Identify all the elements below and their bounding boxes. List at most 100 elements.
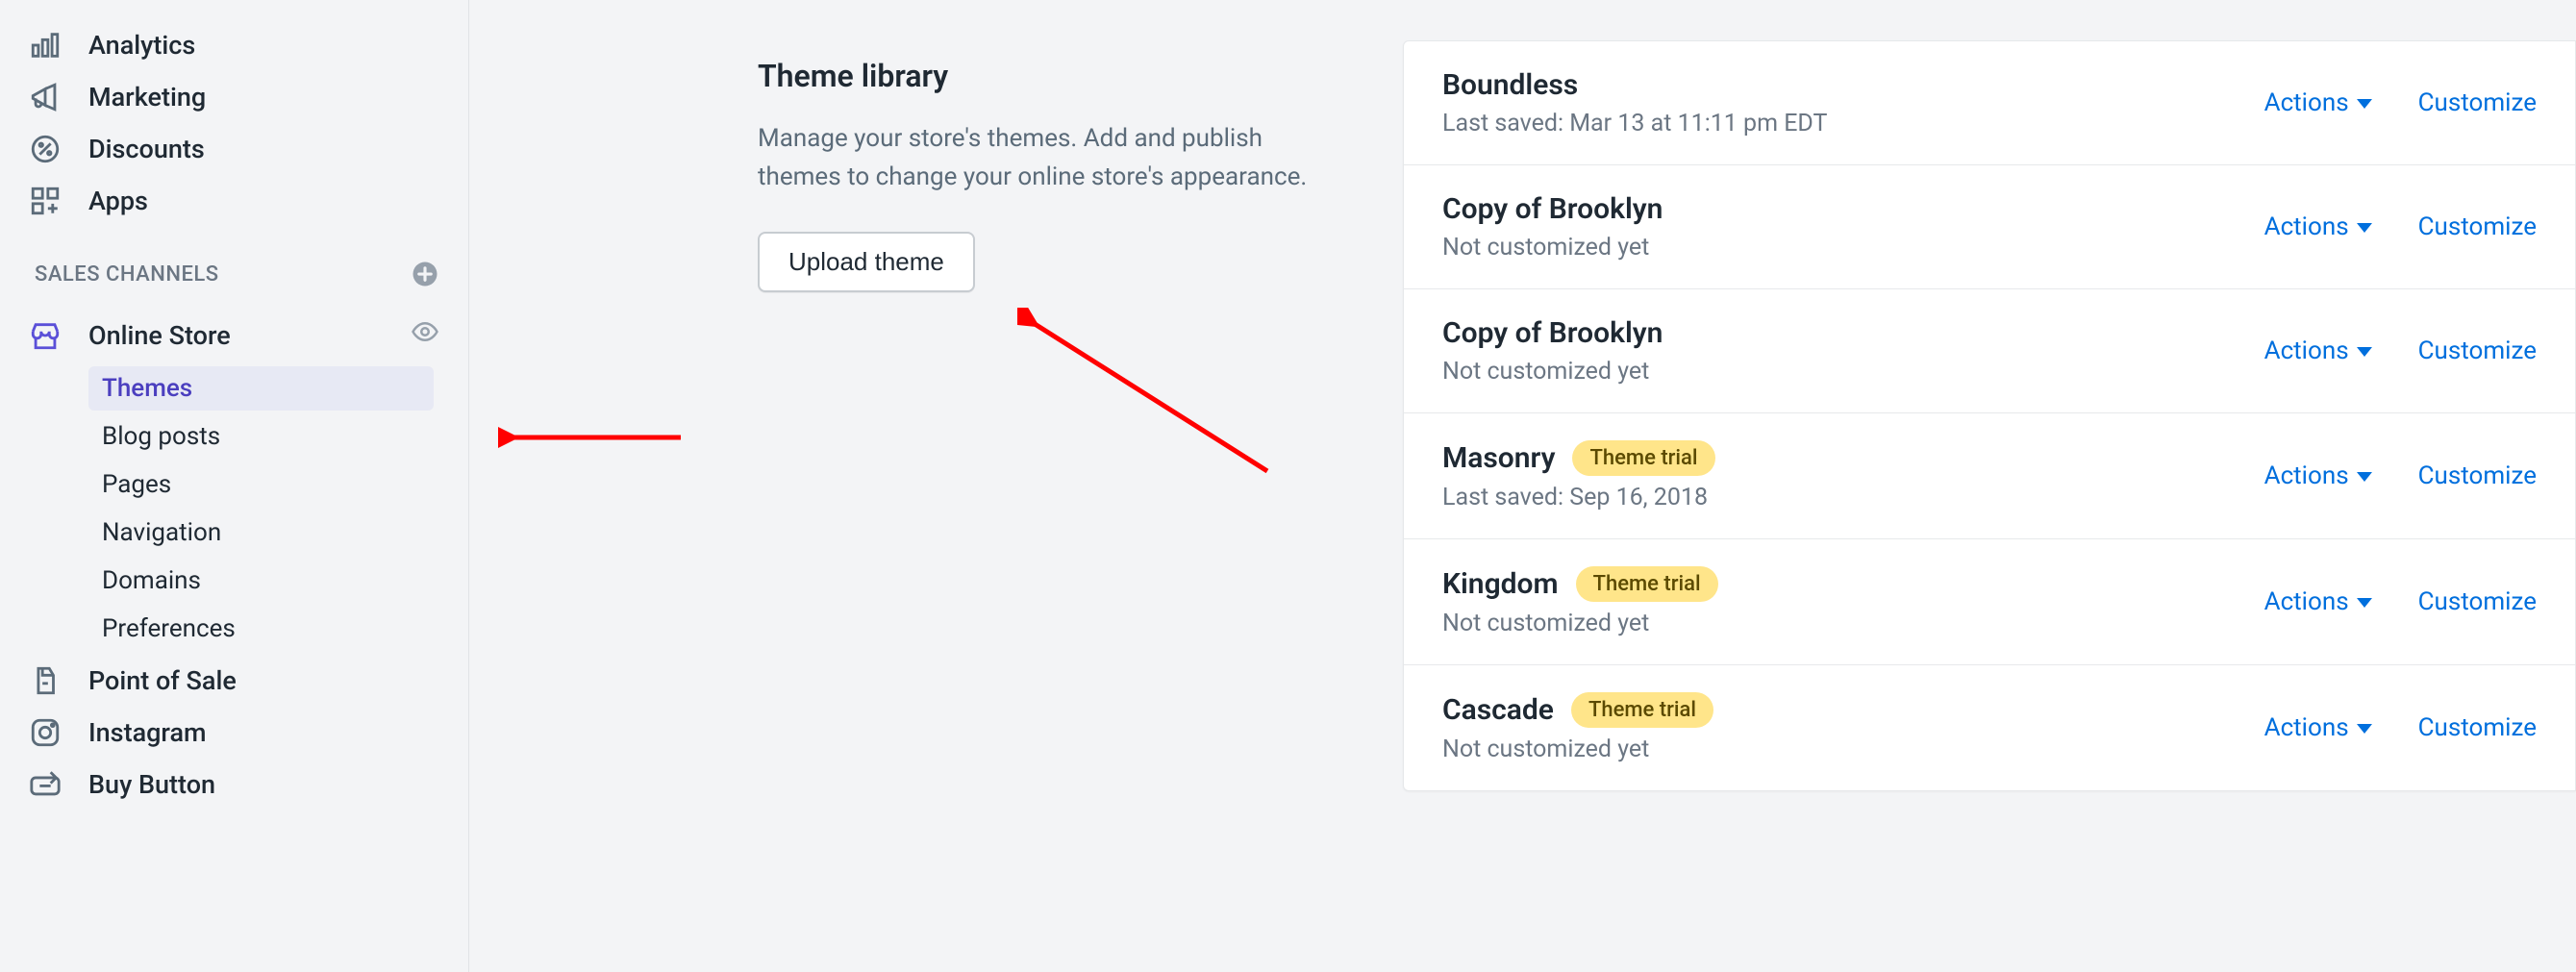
- theme-actions: Actions Customize: [2264, 587, 2537, 616]
- customize-link[interactable]: Customize: [2418, 88, 2537, 117]
- theme-row: Copy of Brooklyn Not customized yet Action…: [1404, 165, 2575, 289]
- caret-down-icon: [2357, 347, 2372, 357]
- theme-name: Cascade: [1442, 693, 1554, 727]
- theme-name: Masonry: [1442, 441, 1555, 475]
- actions-dropdown[interactable]: Actions: [2264, 713, 2372, 742]
- subnav-themes[interactable]: Themes: [88, 366, 434, 411]
- upload-theme-button[interactable]: Upload theme: [758, 232, 975, 292]
- actions-dropdown[interactable]: Actions: [2264, 336, 2372, 365]
- nav-label: Marketing: [88, 82, 206, 112]
- theme-title-line: Cascade Theme trial: [1442, 692, 1713, 728]
- actions-label: Actions: [2264, 88, 2349, 117]
- actions-dropdown[interactable]: Actions: [2264, 212, 2372, 241]
- theme-name: Copy of Brooklyn: [1442, 192, 1663, 226]
- online-store-subnav: Themes Blog posts Pages Navigation Domai…: [0, 366, 468, 651]
- customize-link[interactable]: Customize: [2418, 461, 2537, 490]
- caret-down-icon: [2357, 724, 2372, 734]
- theme-trial-badge: Theme trial: [1576, 566, 1718, 602]
- theme-subtitle: Not customized yet: [1442, 735, 1713, 763]
- main-content: Theme library Manage your store's themes…: [469, 0, 2576, 972]
- caret-down-icon: [2357, 223, 2372, 233]
- customize-link[interactable]: Customize: [2418, 336, 2537, 365]
- subnav-navigation[interactable]: Navigation: [88, 511, 434, 555]
- nav-discounts[interactable]: Discounts: [0, 123, 468, 175]
- actions-dropdown[interactable]: Actions: [2264, 587, 2372, 616]
- theme-row: Masonry Theme trial Last saved: Sep 16, 20…: [1404, 413, 2575, 539]
- theme-title-line: Kingdom Theme trial: [1442, 566, 1718, 602]
- channel-online-store[interactable]: Online Store: [0, 308, 468, 362]
- pos-icon: [29, 664, 62, 697]
- channel-label: Online Store: [88, 320, 231, 351]
- annotation-arrow-left: [498, 423, 690, 452]
- add-channel-icon[interactable]: [411, 260, 439, 288]
- theme-title-line: Copy of Brooklyn: [1442, 192, 1663, 226]
- theme-info: Copy of Brooklyn Not customized yet: [1442, 192, 1663, 262]
- theme-row: Boundless Last saved: Mar 13 at 11:11 pm …: [1404, 41, 2575, 165]
- actions-label: Actions: [2264, 587, 2349, 616]
- customize-link[interactable]: Customize: [2418, 587, 2537, 616]
- eye-icon[interactable]: [411, 317, 439, 353]
- actions-label: Actions: [2264, 212, 2349, 241]
- customize-link[interactable]: Customize: [2418, 212, 2537, 241]
- instagram-icon: [29, 716, 62, 749]
- store-icon: [29, 319, 62, 352]
- theme-subtitle: Last saved: Mar 13 at 11:11 pm EDT: [1442, 110, 1827, 137]
- channel-buy-button[interactable]: Buy Button: [0, 759, 468, 810]
- theme-library-title: Theme library: [758, 58, 1354, 94]
- theme-library-panel: Theme library Manage your store's themes…: [758, 58, 1354, 972]
- nav-label: Analytics: [88, 30, 195, 61]
- theme-row: Kingdom Theme trial Not customized yet Acti…: [1404, 539, 2575, 665]
- buy-button-icon: [29, 768, 62, 801]
- caret-down-icon: [2357, 99, 2372, 109]
- theme-info: Boundless Last saved: Mar 13 at 11:11 pm …: [1442, 68, 1827, 137]
- actions-dropdown[interactable]: Actions: [2264, 88, 2372, 117]
- apps-icon: [29, 185, 62, 217]
- channel-pos[interactable]: Point of Sale: [0, 655, 468, 707]
- theme-trial-badge: Theme trial: [1572, 440, 1714, 476]
- nav-label: Apps: [88, 186, 148, 216]
- theme-library-description: Manage your store's themes. Add and publ…: [758, 119, 1315, 197]
- sidebar: Analytics Marketing Discounts Apps SALES…: [0, 0, 469, 972]
- theme-subtitle: Not customized yet: [1442, 358, 1663, 386]
- theme-actions: Actions Customize: [2264, 713, 2537, 742]
- sales-channels-header: SALES CHANNELS: [0, 227, 468, 308]
- theme-subtitle: Last saved: Sep 16, 2018: [1442, 484, 1715, 511]
- caret-down-icon: [2357, 472, 2372, 482]
- theme-list-card: Boundless Last saved: Mar 13 at 11:11 pm …: [1403, 40, 2576, 791]
- customize-link[interactable]: Customize: [2418, 713, 2537, 742]
- nav-label: Discounts: [88, 134, 205, 164]
- megaphone-icon: [29, 81, 62, 113]
- theme-trial-badge: Theme trial: [1571, 692, 1713, 728]
- theme-info: Cascade Theme trial Not customized yet: [1442, 692, 1713, 763]
- theme-name: Kingdom: [1442, 567, 1559, 601]
- nav-analytics[interactable]: Analytics: [0, 19, 468, 71]
- theme-actions: Actions Customize: [2264, 461, 2537, 490]
- theme-info: Copy of Brooklyn Not customized yet: [1442, 316, 1663, 386]
- theme-info: Kingdom Theme trial Not customized yet: [1442, 566, 1718, 637]
- theme-name: Boundless: [1442, 68, 1578, 102]
- theme-subtitle: Not customized yet: [1442, 234, 1663, 262]
- theme-info: Masonry Theme trial Last saved: Sep 16, 20…: [1442, 440, 1715, 511]
- actions-label: Actions: [2264, 461, 2349, 490]
- nav-apps[interactable]: Apps: [0, 175, 468, 227]
- channel-label: Point of Sale: [88, 665, 237, 696]
- theme-actions: Actions Customize: [2264, 212, 2537, 241]
- theme-actions: Actions Customize: [2264, 336, 2537, 365]
- nav-marketing[interactable]: Marketing: [0, 71, 468, 123]
- theme-actions: Actions Customize: [2264, 88, 2537, 117]
- analytics-icon: [29, 29, 62, 62]
- theme-row: Cascade Theme trial Not customized yet Acti…: [1404, 665, 2575, 790]
- section-label: SALES CHANNELS: [35, 262, 219, 287]
- theme-title-line: Boundless: [1442, 68, 1827, 102]
- subnav-blog-posts[interactable]: Blog posts: [88, 414, 434, 459]
- channel-instagram[interactable]: Instagram: [0, 707, 468, 759]
- theme-name: Copy of Brooklyn: [1442, 316, 1663, 350]
- theme-title-line: Masonry Theme trial: [1442, 440, 1715, 476]
- subnav-preferences[interactable]: Preferences: [88, 607, 434, 651]
- actions-dropdown[interactable]: Actions: [2264, 461, 2372, 490]
- actions-label: Actions: [2264, 336, 2349, 365]
- discount-icon: [29, 133, 62, 165]
- theme-subtitle: Not customized yet: [1442, 610, 1718, 637]
- subnav-domains[interactable]: Domains: [88, 559, 434, 603]
- subnav-pages[interactable]: Pages: [88, 462, 434, 507]
